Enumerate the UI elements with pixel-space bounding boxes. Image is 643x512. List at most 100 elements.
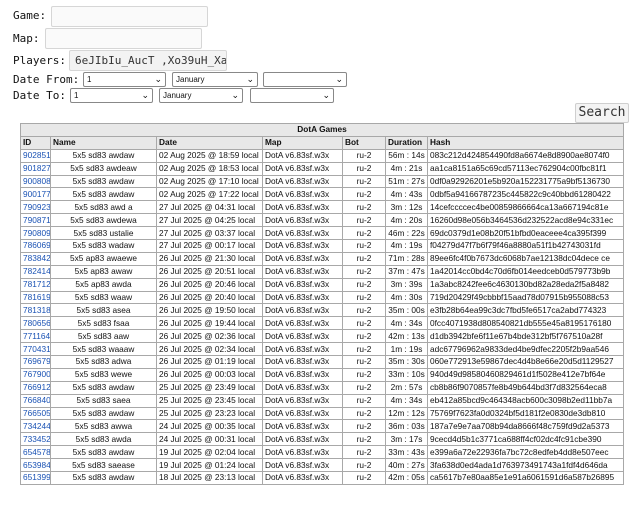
chevron-down-icon: ⌄ [322,90,330,100]
game-name: 5x5 sd83 awdaw [50,380,157,395]
column-header-bot: Bot [342,135,386,150]
game-id-link[interactable]: 790809 [20,226,51,241]
game-duration: 35m : 30s [385,355,428,369]
players-input[interactable]: 6eJIbIu_AucT ,Xo39uH_Xa4 [69,50,227,71]
from-day-select[interactable]: 1 ⌄ [83,72,166,87]
game-duration: 3m : 39s [385,277,428,292]
game-map: DotA v6.83sf.w3x [262,329,343,344]
game-id-link[interactable]: 766840 [20,393,51,408]
table-row: 769679 5x5 sd83 adwa 26 Jul 2025 @ 01:19 l… [20,355,625,369]
game-id-link[interactable]: 901827 [20,161,51,176]
game-id-link[interactable]: 769679 [20,355,51,369]
game-input[interactable] [51,6,208,27]
table-row: 654578 5x5 sd83 awdaw 19 Jul 2025 @ 02:04 … [20,445,625,460]
game-name: 5x5 sd83 saea [50,393,157,408]
game-hash: 0dbf5a94166787235c445822c9c40bbd61280422 [426,187,625,202]
game-bot: ru-2 [342,458,386,473]
game-hash: 69dc0379d1e08b20f51bfbd0eaceee4ca395f399 [426,226,625,241]
game-date: 26 Jul 2025 @ 20:46 local [156,277,263,292]
game-hash: 1a3abc8242fee6c4630130bd82a28eda2f5a8482 [426,277,625,292]
game-id-link[interactable]: 770431 [20,342,51,357]
game-id-link[interactable]: 734244 [20,419,51,434]
game-hash: 14cefccccec4be00859866664ca13a667194c81e [426,200,625,215]
game-map: DotA v6.83sf.w3x [262,148,343,163]
game-id-link[interactable]: 790923 [20,200,51,215]
game-duration: 4m : 34s [385,393,428,408]
game-duration: 56m : 14s [385,148,428,163]
to-month-select[interactable]: January ⌄ [159,88,243,103]
games-table: DotA Games ID Name Date Map Bot Duration… [19,123,625,485]
game-id-link[interactable]: 781619 [20,290,51,305]
game-name: 5x5 sd83 awdewa [50,213,157,228]
game-date: 26 Jul 2025 @ 19:44 local [156,316,263,331]
search-button[interactable]: Search [575,103,629,123]
game-id-link[interactable]: 786069 [20,239,51,253]
game-id-link[interactable]: 771164 [20,329,51,344]
game-bot: ru-2 [342,239,386,253]
game-id-link[interactable]: 780656 [20,316,51,331]
game-date: 25 Jul 2025 @ 23:23 local [156,406,263,421]
game-map: DotA v6.83sf.w3x [262,419,343,434]
column-header-date: Date [156,135,263,150]
game-id-link[interactable]: 733452 [20,432,51,447]
game-hash: 75769f7623fa0d0324bf5d181f2e0830de3db810 [426,406,625,421]
game-hash: 1a42014cc0bd4c70d6fb014eedceb0d579773b9b [426,264,625,279]
game-id-link[interactable]: 781318 [20,303,51,318]
game-bot: ru-2 [342,290,386,305]
game-hash: ca5617b7e80aa85e1e91a6061591d6a587b26895 [426,471,625,485]
game-map: DotA v6.83sf.w3x [262,342,343,357]
game-date: 26 Jul 2025 @ 02:34 local [156,342,263,357]
game-name: 5x5 ap83 awda [50,277,157,292]
game-map: DotA v6.83sf.w3x [262,303,343,318]
table-row: 781318 5x5 sd83 asea 26 Jul 2025 @ 19:50 l… [20,303,625,318]
game-name: 5x5 sd83 asea [50,303,157,318]
game-name: 5x5 sd83 adwa [50,355,157,369]
game-date: 27 Jul 2025 @ 03:37 local [156,226,263,241]
game-date: 02 Aug 2025 @ 18:59 local [156,148,263,163]
from-month-select[interactable]: January ⌄ [172,72,258,87]
game-bot: ru-2 [342,419,386,434]
game-name: 5x5 sd83 awd a [50,200,157,215]
game-bot: ru-2 [342,251,386,266]
game-duration: 4m : 19s [385,239,428,253]
map-input[interactable] [45,28,202,49]
game-duration: 33m : 43s [385,445,428,460]
game-name: 5x5 sd83 fsaa [50,316,157,331]
table-row: 767900 5x5 sd83 wewe 26 Jul 2025 @ 00:03 l… [20,367,625,382]
table-row: 783842 5x5 ap83 awaewe 26 Jul 2025 @ 21:30… [20,251,625,266]
game-hash: 083c212d424854490fd8a6674e8d8900ae8074f0 [426,148,625,163]
from-year-select[interactable]: ⌄ [263,72,347,87]
game-duration: 37m : 47s [385,264,428,279]
game-bot: ru-2 [342,393,386,408]
game-duration: 42m : 13s [385,329,428,344]
game-id-link[interactable]: 790871 [20,213,51,228]
game-id-link[interactable]: 781712 [20,277,51,292]
table-row: 733452 5x5 sd83 awda 24 Jul 2025 @ 00:31 l… [20,432,625,447]
game-id-link[interactable]: 653984 [20,458,51,473]
game-id-link[interactable]: 902851 [20,148,51,163]
game-id-link[interactable]: 766505 [20,406,51,421]
game-id-link[interactable]: 766912 [20,380,51,395]
game-bot: ru-2 [342,213,386,228]
game-bot: ru-2 [342,471,386,485]
game-id-link[interactable]: 767900 [20,367,51,382]
table-row: 653984 5x5 sd83 saease 19 Jul 2025 @ 01:24… [20,458,625,473]
game-duration: 4m : 21s [385,161,428,176]
from-month-value: January [176,75,205,84]
game-map: DotA v6.83sf.w3x [262,161,343,176]
game-date: 26 Jul 2025 @ 19:50 local [156,303,263,318]
game-name: 5x5 sd83 waaw [50,290,157,305]
game-duration: 36m : 03s [385,419,428,434]
game-map: DotA v6.83sf.w3x [262,355,343,369]
to-year-select[interactable]: ⌄ [250,88,334,103]
to-day-select[interactable]: 1 ⌄ [70,88,153,103]
game-date: 27 Jul 2025 @ 04:31 local [156,200,263,215]
game-id-link[interactable]: 782414 [20,264,51,279]
game-id-link[interactable]: 654578 [20,445,51,460]
game-id-link[interactable]: 900808 [20,174,51,189]
game-id-link[interactable]: 783842 [20,251,51,266]
game-id-link[interactable]: 900177 [20,187,51,202]
game-id-link[interactable]: 651399 [20,471,51,485]
game-name: 5x5 sd83 waaaw [50,342,157,357]
game-hash: f04279d47f7b6f79f46a8880a51f1b42743031fd [426,239,625,253]
